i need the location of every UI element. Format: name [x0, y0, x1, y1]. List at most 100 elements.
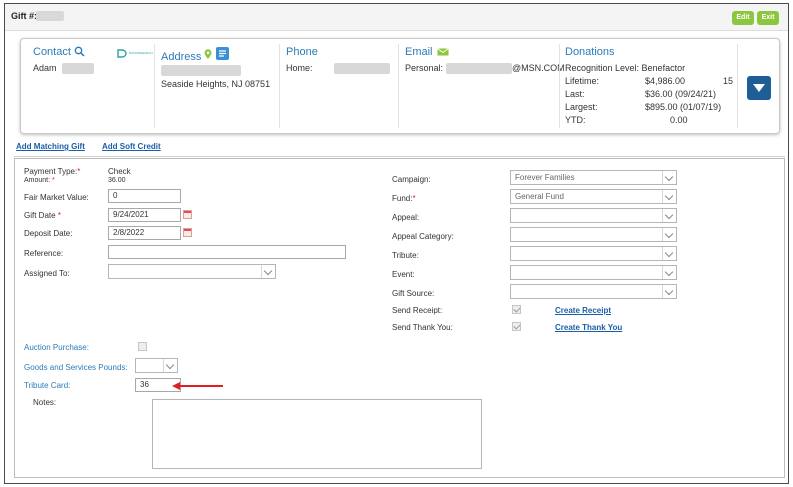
appeal-select[interactable]	[510, 208, 677, 223]
exit-button[interactable]: Exit	[757, 11, 779, 25]
fund-select[interactable]: General Fund	[510, 189, 677, 204]
constituent-summary-card: Contact DONORSEARCH Adam Address Seaside…	[20, 38, 780, 134]
street-address-redacted	[161, 65, 241, 76]
reference-input[interactable]	[108, 245, 346, 259]
fair-market-value-input[interactable]: 0	[108, 189, 181, 203]
chevron-down-icon	[662, 209, 676, 222]
lifetime-label: Lifetime:	[565, 76, 600, 86]
gift-header-bar: Gift #: Edit Exit	[5, 4, 788, 31]
fair-market-value-label: Fair Market Value:	[24, 193, 89, 202]
add-soft-credit-link[interactable]: Add Soft Credit	[102, 142, 161, 151]
chevron-down-icon	[261, 265, 275, 278]
calendar-icon[interactable]	[183, 210, 192, 219]
create-receipt-link[interactable]: Create Receipt	[555, 306, 611, 315]
phone-heading: Phone	[286, 46, 318, 58]
chevron-down-icon	[662, 247, 676, 260]
email-envelope-icon[interactable]	[437, 48, 449, 56]
assigned-to-select[interactable]	[108, 264, 276, 279]
event-label: Event:	[392, 270, 415, 279]
phone-home-label: Home:	[286, 63, 313, 73]
assigned-to-label: Assigned To:	[24, 269, 70, 278]
appeal-category-select[interactable]	[510, 227, 677, 242]
tribute-label: Tribute:	[392, 251, 419, 260]
chevron-down-icon	[163, 359, 177, 372]
ytd-label: YTD:	[565, 115, 586, 125]
gift-details-form: Payment Type:* Check Amount: * 36.00 Fai…	[14, 158, 785, 478]
chevron-down-icon	[662, 228, 676, 241]
deposit-date-input[interactable]: 2/8/2022	[108, 226, 181, 240]
gift-source-select[interactable]	[510, 284, 677, 299]
campaign-label: Campaign:	[392, 175, 431, 184]
expand-donations-button[interactable]	[747, 76, 771, 100]
donations-heading: Donations	[565, 46, 615, 58]
gift-date-input[interactable]: 9/24/2021	[108, 208, 181, 222]
amount-label: Amount: *	[24, 177, 55, 184]
notes-textarea[interactable]	[152, 399, 482, 469]
tribute-select[interactable]	[510, 246, 677, 261]
chevron-down-icon	[662, 266, 676, 279]
lifetime-count: 15	[723, 76, 734, 86]
fund-value: General Fund	[515, 192, 564, 201]
reference-label: Reference:	[24, 249, 64, 258]
donorsearch-brand-text: DONORSEARCH	[129, 51, 153, 55]
add-matching-gift-link[interactable]: Add Matching Gift	[16, 142, 85, 151]
payment-type-value: Check	[108, 167, 131, 176]
send-thank-you-label: Send Thank You:	[392, 323, 453, 332]
chevron-down-icon	[662, 285, 676, 298]
annotation-arrow-icon	[172, 382, 223, 390]
appeal-label: Appeal:	[392, 213, 420, 222]
gift-number-label: Gift #:	[11, 11, 37, 21]
email-personal-label: Personal:	[405, 63, 444, 73]
ytd-value: 0.00	[670, 115, 688, 125]
address-lookup-icon[interactable]	[216, 47, 229, 60]
chevron-down-icon	[662, 190, 676, 203]
event-select[interactable]	[510, 265, 677, 280]
gift-source-label: Gift Source:	[392, 289, 435, 298]
calendar-icon[interactable]	[183, 228, 192, 237]
address-heading: Address	[161, 51, 202, 63]
largest-gift-value: $895.00 (01/07/19)	[645, 102, 722, 112]
email-user-redacted	[446, 63, 512, 74]
send-receipt-label: Send Receipt:	[392, 306, 443, 315]
notes-label: Notes:	[33, 398, 57, 407]
divider	[279, 44, 280, 128]
address-city-line: Seaside Heights, NJ 08751	[161, 79, 271, 89]
divider	[154, 44, 155, 128]
lifetime-value: $4,986.00	[645, 76, 686, 86]
divider	[398, 44, 399, 128]
donorsearch-logo-icon[interactable]	[117, 49, 128, 58]
fund-label: Fund:*	[392, 194, 416, 203]
largest-gift-label: Largest:	[565, 102, 598, 112]
contact-last-name-redacted	[62, 63, 94, 74]
campaign-select[interactable]: Forever Families	[510, 170, 677, 185]
search-icon[interactable]	[74, 46, 85, 57]
recognition-level: Recognition Level: Benefactor	[565, 63, 686, 73]
auction-purchase-checkbox[interactable]	[138, 342, 147, 351]
deposit-date-label: Deposit Date:	[24, 229, 73, 238]
create-thank-you-link[interactable]: Create Thank You	[555, 323, 622, 332]
auction-purchase-label: Auction Purchase:	[24, 343, 89, 352]
email-heading: Email	[405, 46, 433, 58]
contact-first-name: Adam	[33, 63, 57, 73]
amount-value: 36.00	[108, 177, 126, 184]
map-pin-icon[interactable]	[204, 49, 212, 60]
divider	[559, 44, 560, 128]
gift-window: Gift #: Edit Exit Contact DONORSEARCH Ad…	[4, 3, 789, 484]
last-gift-value: $36.00 (09/24/21)	[645, 89, 717, 99]
chevron-down-icon	[662, 171, 676, 184]
send-thank-you-checkbox[interactable]	[512, 322, 521, 331]
edit-button[interactable]: Edit	[732, 11, 754, 25]
gift-date-label: Gift Date *	[24, 211, 61, 220]
send-receipt-checkbox[interactable]	[512, 305, 521, 314]
last-gift-label: Last:	[565, 89, 585, 99]
payment-type-label: Payment Type:*	[24, 167, 81, 176]
phone-home-redacted	[334, 63, 390, 74]
gift-number-redacted	[36, 11, 64, 21]
divider	[737, 44, 738, 128]
appeal-category-label: Appeal Category:	[392, 232, 454, 241]
campaign-value: Forever Families	[515, 173, 575, 182]
goods-services-select[interactable]	[135, 358, 178, 373]
tribute-card-label: Tribute Card:	[24, 381, 71, 390]
email-domain[interactable]: @MSN.COM	[512, 63, 565, 73]
contact-heading[interactable]: Contact	[33, 46, 71, 58]
